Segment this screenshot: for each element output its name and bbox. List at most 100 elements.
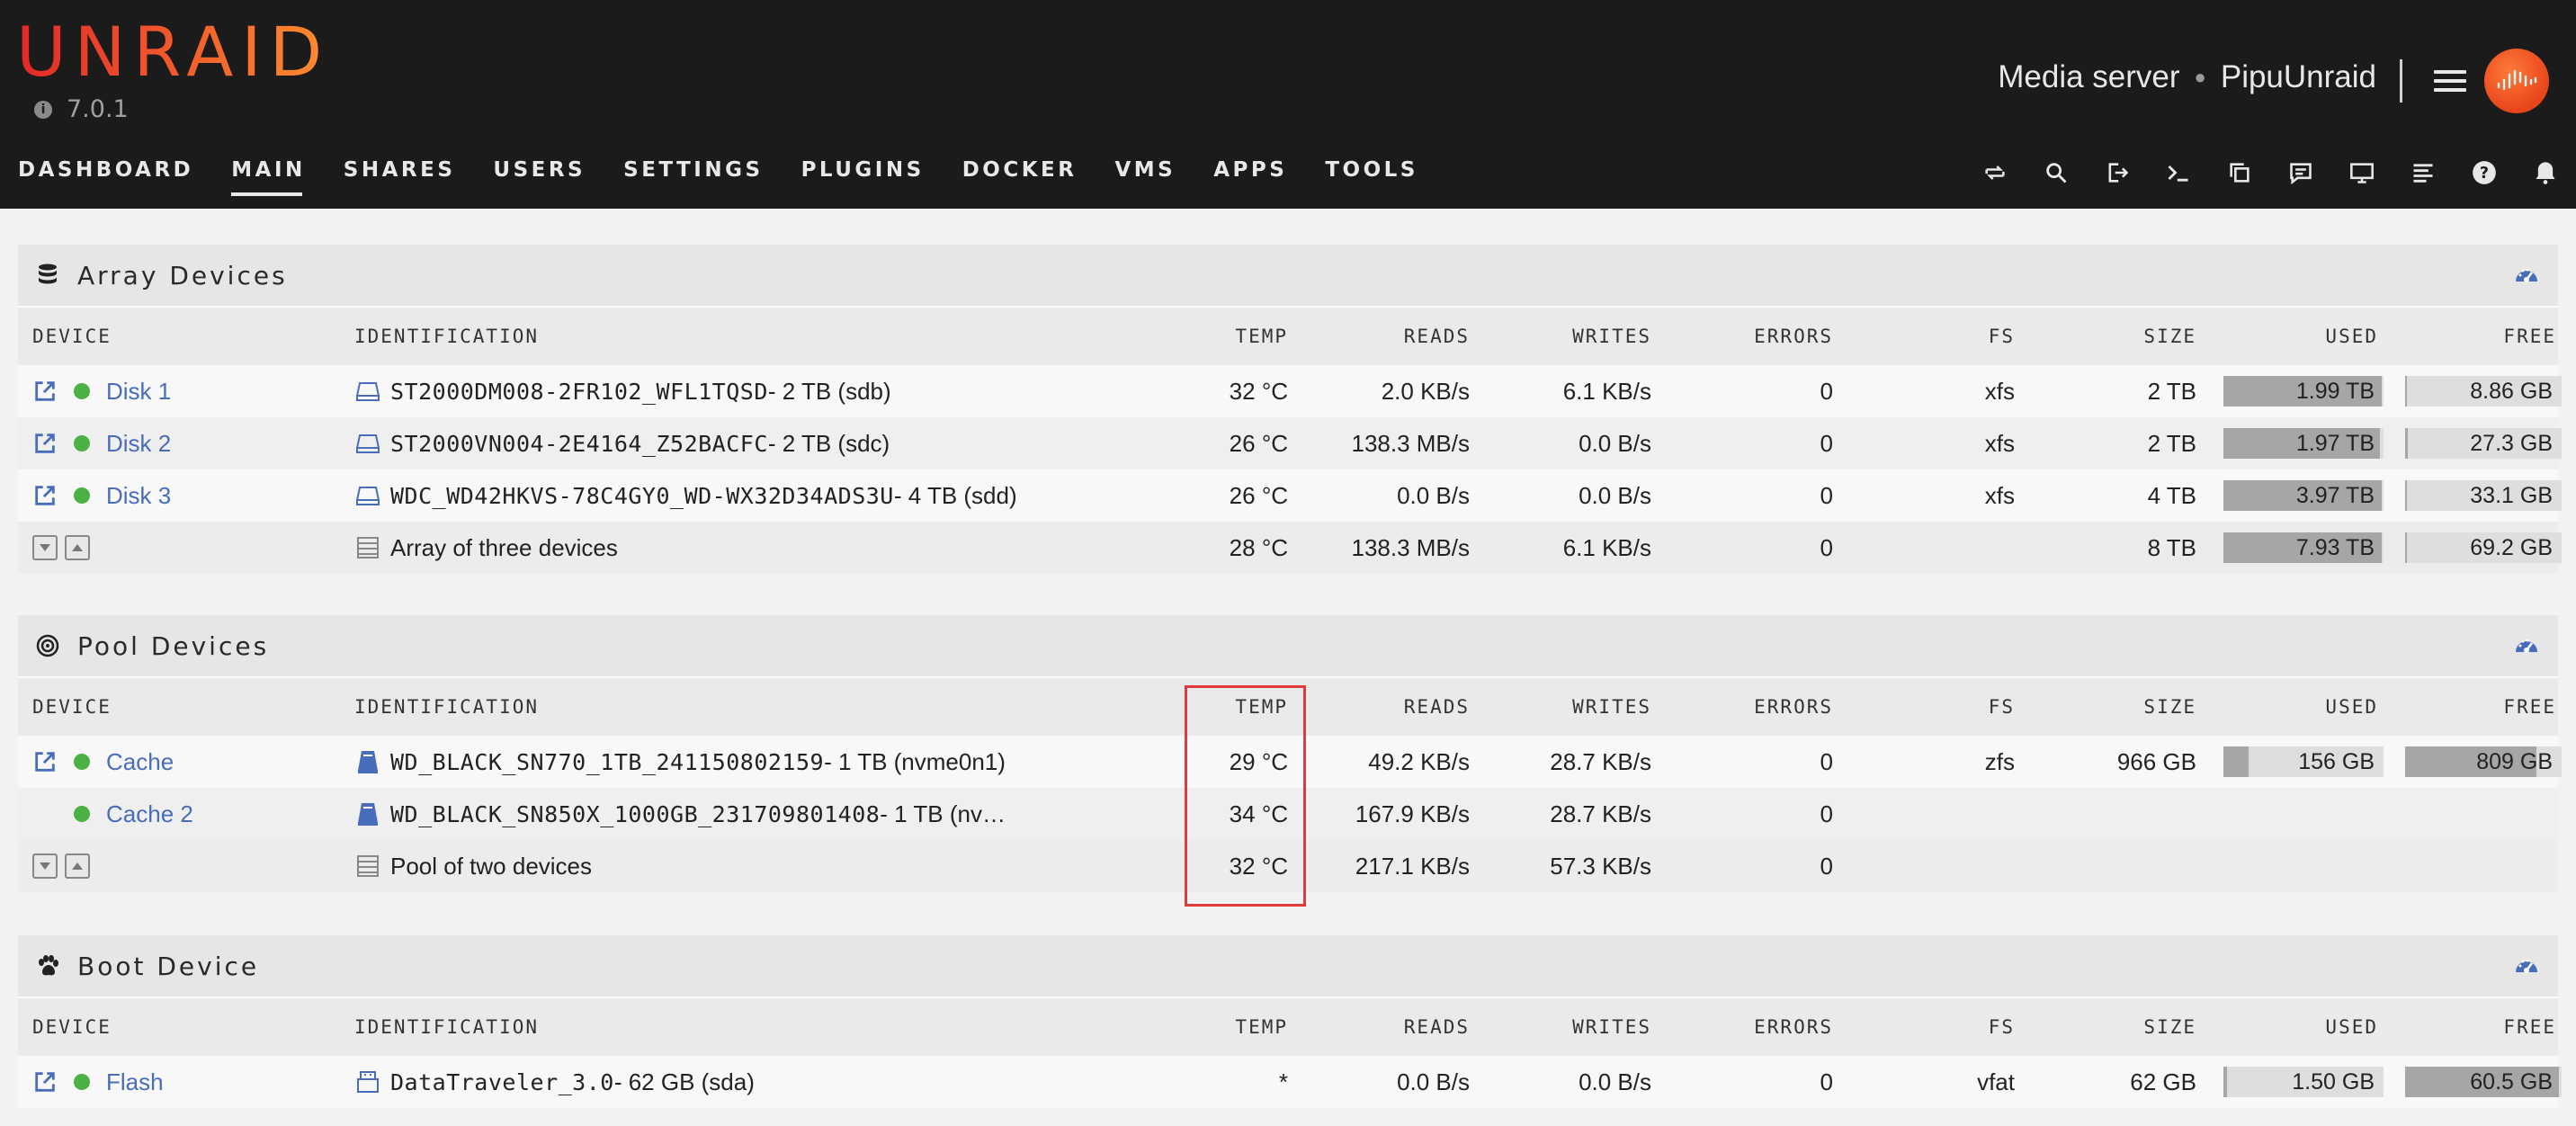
col-used: USED <box>2325 696 2378 718</box>
size-value: 8 TB <box>2147 533 2196 561</box>
used-bar: 1.97 TB <box>2223 428 2384 459</box>
reads-value: 138.3 MB/s <box>1351 533 1470 561</box>
paw-icon <box>36 954 59 978</box>
device-link[interactable]: Disk 3 <box>106 482 171 510</box>
col-size: SIZE <box>2143 326 2196 347</box>
col-writes: WRITES <box>1572 1016 1651 1038</box>
help-icon[interactable]: ? <box>2470 158 2499 187</box>
external-link-icon[interactable] <box>32 431 58 456</box>
nav-settings[interactable]: SETTINGS <box>623 158 763 182</box>
writes-value: 0.0 B/s <box>1579 429 1651 457</box>
nav-apps[interactable]: APPS <box>1213 158 1287 182</box>
table-row[interactable]: Cache 2 WD_BLACK_SN850X_1000GB_231709801… <box>18 788 2558 840</box>
nav-shares[interactable]: SHARES <box>344 158 456 182</box>
array-devices-header: Array Devices <box>18 245 2558 308</box>
writes-value: 0.0 B/s <box>1579 1068 1651 1095</box>
nav-dashboard[interactable]: DASHBOARD <box>18 158 193 182</box>
info-icon: i <box>34 100 52 119</box>
temp-value: 34 °C <box>1229 800 1288 827</box>
table-row[interactable]: Disk 2 ST2000VN004-2E4164_Z52BACFC - 2 T… <box>18 417 2562 469</box>
nav-tools[interactable]: TOOLS <box>1325 158 1418 182</box>
device-id-suffix: - 4 TB (sdd) <box>893 481 1017 509</box>
device-id-suffix: - 1 TB (nv… <box>880 800 1006 827</box>
dashboard-gauge-icon[interactable] <box>2513 262 2540 289</box>
free-bar: 69.2 GB <box>2405 532 2562 563</box>
col-identification: IDENTIFICATION <box>354 696 540 718</box>
array-column-headers: DEVICE IDENTIFICATION TEMP READS WRITES … <box>18 308 2558 365</box>
external-link-icon[interactable] <box>32 483 58 508</box>
nav-vms[interactable]: VMS <box>1114 158 1176 182</box>
search-icon[interactable] <box>2042 158 2071 187</box>
nav-users[interactable]: USERS <box>493 158 586 182</box>
external-link-icon[interactable] <box>32 1069 58 1095</box>
table-row[interactable]: Flash DataTraveler_3.0 - 62 GB (sda) * 0… <box>18 1056 2562 1108</box>
list-icon <box>357 537 379 559</box>
device-id-suffix: - 2 TB (sdc) <box>767 429 890 457</box>
bell-icon[interactable] <box>2531 158 2560 187</box>
sync-icon[interactable] <box>1981 158 2009 187</box>
monitor-icon[interactable] <box>2348 158 2376 187</box>
device-id: DataTraveler_3.0 <box>390 1068 614 1095</box>
boot-device-header: Boot Device <box>18 935 2558 998</box>
free-bar: 809 GB <box>2405 746 2562 777</box>
col-device: DEVICE <box>32 696 112 718</box>
collapse-up-icon[interactable] <box>65 535 90 560</box>
top-header: UNRAID i 7.0.1 Media server ● PipuUnraid… <box>0 0 2576 209</box>
array-devices-panel: Array Devices DEVICE IDENTIFICATION TEMP… <box>18 245 2562 574</box>
used-bar: 1.99 TB <box>2223 376 2384 407</box>
free-bar: 33.1 GB <box>2405 480 2562 511</box>
table-row[interactable]: Disk 3 WDC_WD42HKVS-78C4GY0_WD-WX32D34AD… <box>18 469 2562 522</box>
avatar[interactable] <box>2484 49 2549 113</box>
dashboard-gauge-icon[interactable] <box>2513 632 2540 659</box>
hdd-icon <box>356 382 380 401</box>
fs-value: xfs <box>1984 481 2015 509</box>
temp-value: 32 °C <box>1229 852 1288 880</box>
device-link[interactable]: Cache <box>106 748 174 776</box>
collapse-up-icon[interactable] <box>65 853 90 879</box>
nav-main[interactable]: MAIN <box>231 158 306 196</box>
writes-value: 28.7 KB/s <box>1550 747 1651 775</box>
expand-down-icon[interactable] <box>32 853 58 879</box>
size-value: 4 TB <box>2147 481 2196 509</box>
main-nav: DASHBOARD MAIN SHARES USERS SETTINGS PLU… <box>18 158 1456 196</box>
expand-down-icon[interactable] <box>32 535 58 560</box>
fs-value: xfs <box>1984 377 2015 405</box>
hdd-icon <box>356 487 380 505</box>
table-row[interactable]: Cache WD_BLACK_SN770_1TB_241150802159 - … <box>18 736 2562 788</box>
col-free: FREE <box>2503 696 2556 718</box>
used-bar: 1.50 GB <box>2223 1067 2384 1097</box>
version-label: 7.0.1 <box>67 95 129 123</box>
device-link[interactable]: Flash <box>106 1068 164 1096</box>
errors-value: 0 <box>1820 747 1833 775</box>
unraid-logo[interactable]: UNRAID <box>16 13 330 92</box>
log-icon[interactable] <box>2409 158 2437 187</box>
boot-column-headers: DEVICE IDENTIFICATION TEMP READS WRITES … <box>18 998 2558 1056</box>
svg-text:?: ? <box>2480 165 2489 183</box>
device-id: ST2000DM008-2FR102_WFL1TQSD <box>390 378 768 405</box>
server-info: Media server ● PipuUnraid <box>1998 59 2376 95</box>
pool-total-label: Pool of two devices <box>390 852 593 880</box>
size-value: 966 GB <box>2116 747 2196 775</box>
copy-icon[interactable] <box>2225 158 2254 187</box>
waveform-icon <box>2497 69 2537 91</box>
nvme-icon <box>358 803 378 826</box>
writes-value: 57.3 KB/s <box>1550 852 1651 880</box>
menu-icon[interactable] <box>2434 70 2466 92</box>
logout-icon[interactable] <box>2103 158 2132 187</box>
status-dot <box>74 754 90 770</box>
col-fs: FS <box>1988 326 2015 347</box>
device-link[interactable]: Disk 2 <box>106 430 171 458</box>
external-link-icon[interactable] <box>32 379 58 404</box>
feedback-icon[interactable] <box>2286 158 2315 187</box>
table-row[interactable]: Disk 1 ST2000DM008-2FR102_WFL1TQSD - 2 T… <box>18 365 2562 417</box>
writes-value: 6.1 KB/s <box>1562 533 1651 561</box>
fs-value: vfat <box>1977 1068 2015 1095</box>
device-link[interactable]: Cache 2 <box>106 800 193 828</box>
nav-docker[interactable]: DOCKER <box>962 158 1078 182</box>
nav-plugins[interactable]: PLUGINS <box>801 158 925 182</box>
dashboard-gauge-icon[interactable] <box>2513 952 2540 979</box>
device-link[interactable]: Disk 1 <box>106 378 171 406</box>
version-info[interactable]: i 7.0.1 <box>34 95 129 123</box>
external-link-icon[interactable] <box>32 749 58 774</box>
terminal-icon[interactable] <box>2164 158 2193 187</box>
